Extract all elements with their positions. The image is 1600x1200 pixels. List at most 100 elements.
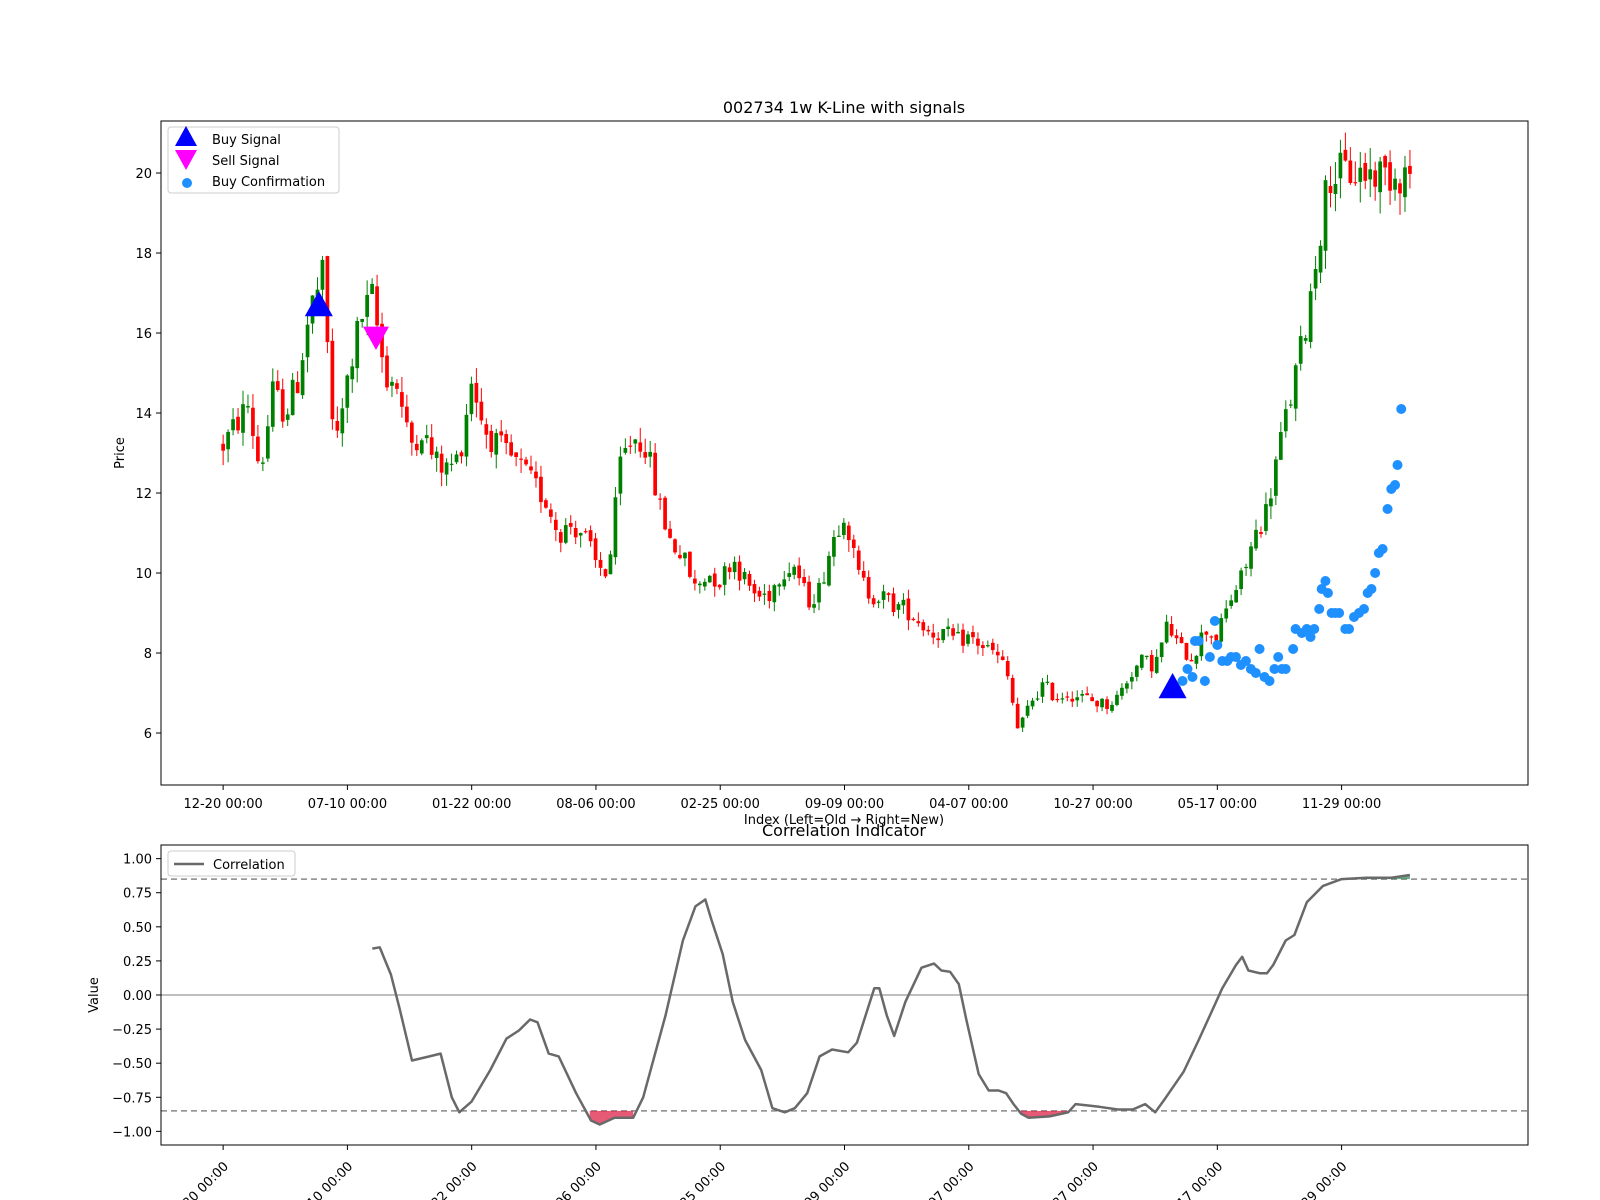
correlation-x-tick-label: 09-09 00:00 (787, 1159, 854, 1200)
candle-up (1020, 717, 1025, 728)
candle-up (762, 593, 767, 595)
candle-down (757, 590, 762, 597)
candle-up (702, 581, 707, 587)
candle-down (802, 577, 806, 584)
buy-confirmation-marker (1212, 640, 1223, 650)
candle-up (320, 259, 325, 290)
candle-up (355, 320, 360, 369)
candle-up (1313, 269, 1318, 289)
candle-up (1139, 654, 1144, 668)
candle-down (1149, 654, 1154, 672)
candle-down (1259, 532, 1263, 534)
candle-up (370, 283, 374, 295)
candle-down (325, 256, 330, 343)
candle-down (846, 525, 851, 541)
candle-up (941, 628, 946, 641)
candle-down (524, 459, 528, 465)
candle-up (841, 522, 846, 536)
candle-down (1383, 156, 1387, 168)
candle-down (926, 629, 931, 632)
candle-down (1363, 162, 1368, 181)
candle-up (1244, 566, 1248, 569)
candle-up (901, 599, 906, 606)
candle-up (464, 414, 469, 457)
correlation-legend: Correlation (167, 850, 296, 877)
candle-down (727, 567, 732, 573)
candle-down (395, 383, 399, 389)
value-y-tick-label: 0.00 (123, 989, 152, 1004)
candle-down (767, 590, 772, 602)
candle-up (827, 555, 831, 586)
candle-up (633, 439, 638, 444)
candle-up (1120, 687, 1124, 696)
candle-up (792, 566, 797, 575)
candle-down (583, 531, 588, 533)
legend-label-buy-confirmation: Buy Confirmation (212, 175, 325, 190)
candle-up (494, 433, 499, 455)
candle-up (365, 294, 369, 317)
candle-up (1159, 642, 1164, 658)
candle-up (1378, 161, 1383, 193)
candle-down (1055, 698, 1060, 701)
candle-down (1408, 165, 1412, 174)
candle-down (891, 593, 896, 612)
buy-confirmation-marker (1322, 588, 1333, 598)
buy-confirmation-marker (1314, 604, 1325, 614)
candle-down (1085, 693, 1090, 696)
candle-down (856, 550, 861, 570)
candle-down (628, 445, 633, 447)
legend-label-sell-signal: Sell Signal (212, 154, 280, 169)
value-y-tick-label: 0.50 (123, 921, 152, 936)
candle-down (1065, 696, 1070, 698)
correlation-x-tick-label: 08-06 00:00 (538, 1159, 605, 1200)
price-y-tick-label: 6 (144, 727, 152, 742)
candle-down (474, 382, 479, 403)
candle-up (812, 604, 816, 608)
candle-down (1388, 162, 1392, 191)
candle-up (563, 525, 568, 543)
candle-up (623, 447, 628, 453)
candle-up (390, 381, 394, 386)
candle-down (400, 392, 404, 407)
price-y-tick-label: 12 (135, 487, 152, 502)
candle-down (1090, 697, 1094, 702)
candle-down (866, 577, 871, 599)
candle-down (712, 573, 717, 587)
candle-down (1010, 677, 1015, 703)
candle-up (300, 360, 305, 396)
candle-down (1214, 634, 1219, 641)
candle-up (1403, 167, 1407, 198)
candle-up (1110, 704, 1114, 711)
candle-down (871, 598, 876, 605)
buy-confirmation-marker (1390, 480, 1401, 490)
kline-x-tick-label: 05-17 00:00 (1178, 797, 1257, 812)
candle-up (444, 462, 449, 475)
candle-down (479, 401, 484, 421)
candle-down (405, 406, 409, 423)
correlation-x-tick-label: 07-10 00:00 (290, 1159, 357, 1200)
candle-down (1353, 182, 1358, 184)
candle-down (568, 523, 573, 527)
buy-confirmation-marker (1187, 672, 1198, 682)
candle-up (1125, 683, 1129, 689)
candle-up (1368, 169, 1373, 180)
kline-x-ticks: 12-20 00:00 07-10 00:00 01-22 00:00 08-06 0… (183, 785, 1381, 812)
candle-down (549, 509, 553, 517)
candle-down (1169, 624, 1174, 636)
candle-up (241, 404, 245, 433)
buy-confirmation-marker (1204, 652, 1215, 662)
candle-down (653, 452, 658, 496)
candle-down (603, 569, 608, 577)
candle-up (1075, 697, 1080, 701)
candle-up (1323, 180, 1328, 251)
candle-down (1184, 642, 1189, 660)
candle-down (1179, 637, 1184, 644)
candle-down (1204, 631, 1209, 635)
correlation-x-ticks: 12-20 00:00 07-10 00:00 01-22 00:00 08-06 0… (165, 1145, 1350, 1200)
candle-down (1209, 636, 1214, 638)
candle-up (1144, 655, 1149, 658)
candle-down (414, 443, 419, 451)
candle-up (966, 634, 970, 644)
candle-up (787, 573, 792, 577)
candle-down (936, 638, 941, 641)
